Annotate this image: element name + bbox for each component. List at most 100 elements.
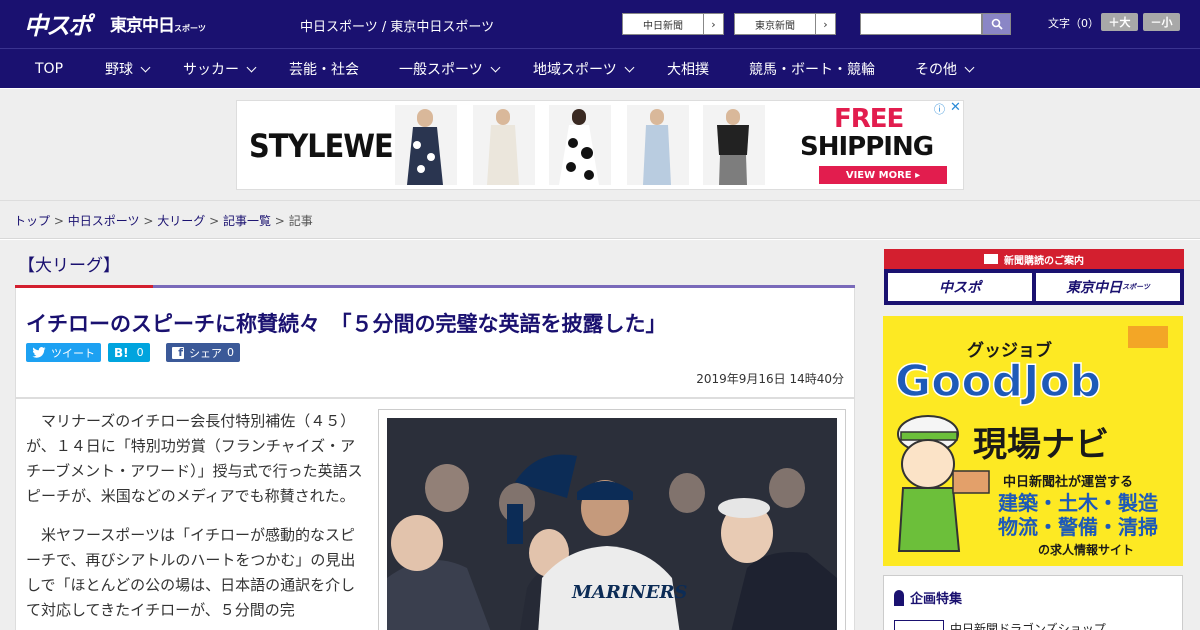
- goodjob-subtitle: 現場ナビ: [973, 425, 1109, 465]
- subscribe-tokyo-chunichi-button[interactable]: 東京中日 スポーツ: [1036, 273, 1180, 301]
- feature-item-dragons-shop[interactable]: 中日新聞ドラゴンズショップ: [950, 620, 1106, 630]
- facebook-share-label: シェア: [189, 346, 222, 360]
- nav-label: 野球: [105, 62, 133, 78]
- ad-view-more-button[interactable]: VIEW MORE ▸: [819, 166, 947, 184]
- ad-banner[interactable]: STYLEWE FREE SHIPPING VIEW MORE ▸ ⓘ ✕: [236, 100, 964, 190]
- tokyo-logo-small: スポーツ: [174, 24, 206, 33]
- tweet-label: ツイート: [51, 346, 95, 360]
- chevron-down-icon: [246, 62, 257, 72]
- nav-item-general-sports[interactable]: 一般スポーツ: [399, 49, 501, 89]
- nav-label: TOP: [35, 61, 64, 77]
- article-paragraph: 米ヤフースポーツは「イチローが感動的なスピーチで、再びシアトルのハートをつかむ」…: [26, 526, 356, 619]
- tokyo-shimbun-label: 東京新聞: [755, 20, 795, 32]
- nav-label: 競馬・ボート・競輪: [749, 62, 875, 78]
- goodjob-line-4: の求人情報サイト: [1038, 542, 1134, 557]
- chevron-down-icon: [624, 62, 635, 72]
- search-icon: [991, 18, 1003, 30]
- chevron-right-icon: ›: [703, 14, 723, 34]
- article-title: イチローのスピーチに称賛続々 「５分間の完璧な英語を披露した」: [26, 312, 667, 336]
- nav-label: 一般スポーツ: [399, 62, 483, 78]
- breadcrumb-current: 記事: [288, 214, 313, 228]
- ad-area: STYLEWE FREE SHIPPING VIEW MORE ▸ ⓘ ✕: [0, 89, 1200, 201]
- goodjob-line-1: 中日新聞社が運営する: [1003, 474, 1133, 490]
- category-label[interactable]: 【大リーグ】: [18, 251, 120, 276]
- font-larger-button[interactable]: ＋大: [1101, 13, 1138, 31]
- breadcrumb-link-mlb[interactable]: 大リーグ: [157, 214, 205, 228]
- tokyo-chunichi-logo[interactable]: 東京中日スポーツ: [110, 11, 206, 36]
- nav-label: サッカー: [183, 62, 239, 78]
- nav-label: 地域スポーツ: [533, 62, 617, 78]
- breadcrumb-separator: >: [143, 214, 154, 228]
- nav-item-baseball[interactable]: 野球: [105, 49, 151, 89]
- ad-headline-1: FREE: [834, 104, 904, 134]
- article-paragraph: マリナーズのイチロー会長付特別補佐（４５）が、１４日に「特別功労賞（フランチャイ…: [26, 412, 363, 505]
- search-input[interactable]: [860, 13, 982, 35]
- article-date: 2019年9月16日 14時40分: [696, 372, 844, 386]
- chunichi-shimbun-label: 中日新聞: [643, 20, 683, 32]
- feature-title-text: 企画特集: [910, 592, 963, 607]
- feature-box: 企画特集 中日新聞ドラゴンズショップ: [883, 575, 1183, 630]
- ribbon-icon: [894, 589, 904, 606]
- font-smaller-button[interactable]: －小: [1143, 13, 1180, 31]
- top-header: 中スポ 東京中日スポーツ 中日スポーツ / 東京中日スポーツ 中日新聞 › 東京…: [0, 0, 1200, 48]
- ad-headline-2: SHIPPING: [800, 132, 934, 162]
- nav-item-regional-sports[interactable]: 地域スポーツ: [533, 49, 635, 89]
- close-icon[interactable]: ✕: [950, 100, 961, 115]
- info-icon[interactable]: ⓘ: [934, 101, 945, 117]
- chunichi-shimbun-link[interactable]: 中日新聞 ›: [622, 13, 724, 35]
- subscribe-chuspo-button[interactable]: 中スポ: [888, 273, 1032, 301]
- breadcrumb-link-top[interactable]: トップ: [14, 214, 50, 228]
- nav-label: 芸能・社会: [289, 62, 359, 78]
- hatena-bookmark-button[interactable]: B! 0: [108, 343, 150, 362]
- tokyo-shimbun-link[interactable]: 東京新聞 ›: [734, 13, 836, 35]
- tokyo-logo-text: 東京中日: [110, 16, 175, 36]
- nav-label: その他: [915, 62, 957, 78]
- article-text: マリナーズのイチロー会長付特別補佐（４５）が、１４日に「特別功労賞（フランチャイ…: [26, 409, 366, 630]
- twitter-icon: [32, 347, 46, 358]
- breadcrumb-link-articles[interactable]: 記事一覧: [223, 214, 271, 228]
- font-size-label: 文字（0）: [1048, 17, 1099, 30]
- breadcrumb-separator: >: [209, 214, 220, 228]
- subscription-heading: 新聞購読のご案内: [884, 249, 1184, 269]
- goodjob-banner[interactable]: グッジョブ GoodJob 現場ナビ 中日新聞社が運営する 建築・土木・製造 物…: [883, 316, 1183, 566]
- nav-item-top[interactable]: TOP: [35, 49, 63, 89]
- ad-model-image: [627, 105, 689, 185]
- ad-model-image: [395, 105, 457, 185]
- tweet-button[interactable]: ツイート: [26, 343, 101, 362]
- facebook-icon: f: [172, 346, 184, 359]
- newspaper-icon: [984, 254, 998, 264]
- ad-model-image: [703, 105, 765, 185]
- main-nav: TOP 野球 サッカー 芸能・社会 一般スポーツ 地域スポーツ 大相撲 競馬・ボ…: [0, 48, 1200, 88]
- article-header: イチローのスピーチに称賛続々 「５分間の完璧な英語を披露した」 ツイート B! …: [15, 288, 855, 398]
- facebook-share-count: 0: [227, 346, 234, 359]
- breadcrumb: トップ > 中日スポーツ > 大リーグ > 記事一覧 > 記事: [14, 212, 313, 229]
- breadcrumb-link-chuspo[interactable]: 中日スポーツ: [68, 214, 140, 228]
- chevron-down-icon: [490, 62, 501, 72]
- dragons-shop-thumbnail[interactable]: [894, 620, 944, 630]
- site-title: 中日スポーツ / 東京中日スポーツ: [300, 20, 495, 35]
- nav-item-sumo[interactable]: 大相撲: [667, 49, 709, 89]
- ad-model-image: [549, 105, 611, 185]
- jersey-text: MARINERS: [571, 582, 687, 603]
- goodjob-line-2: 建築・土木・製造: [998, 491, 1159, 515]
- nav-item-soccer[interactable]: サッカー: [183, 49, 257, 89]
- breadcrumb-bar: トップ > 中日スポーツ > 大リーグ > 記事一覧 > 記事: [0, 201, 1200, 239]
- chuspo-logo[interactable]: 中スポ: [24, 6, 92, 41]
- breadcrumb-separator: >: [274, 214, 285, 228]
- nav-item-racing[interactable]: 競馬・ボート・競輪: [749, 49, 875, 89]
- chevron-right-icon: ›: [815, 14, 835, 34]
- subscription-box: 新聞購読のご案内 中スポ 東京中日 スポーツ: [884, 249, 1184, 305]
- subscribe-tokyo-logo: 東京中日: [1066, 280, 1123, 296]
- chevron-down-icon: [964, 62, 975, 72]
- nav-item-other[interactable]: その他: [915, 49, 975, 89]
- search-button[interactable]: [982, 13, 1011, 35]
- facebook-share-button[interactable]: f シェア 0: [166, 343, 240, 362]
- subscribe-tokyo-logo-small: スポーツ: [1122, 283, 1150, 291]
- hatena-icon: B!: [114, 345, 129, 360]
- ad-brand: STYLEWE: [249, 127, 394, 165]
- hatena-count: 0: [136, 346, 144, 359]
- nav-item-entertainment[interactable]: 芸能・社会: [289, 49, 359, 89]
- article-photo[interactable]: MARINERS: [387, 418, 837, 630]
- chevron-down-icon: [140, 62, 151, 72]
- goodjob-title: GoodJob: [895, 356, 1101, 407]
